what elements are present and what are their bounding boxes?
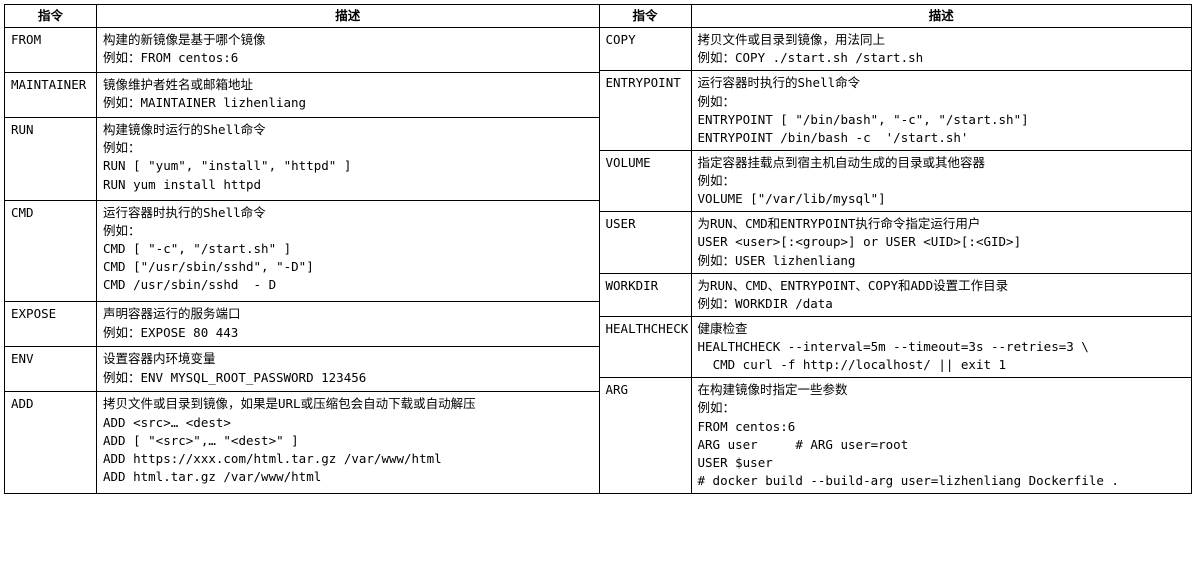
desc-cell: 构建镜像时运行的Shell命令 例如： RUN [ "yum", "instal… bbox=[97, 118, 600, 201]
cmd-cell: CMD bbox=[5, 200, 97, 302]
desc-cell: 运行容器时执行的Shell命令 例如： ENTRYPOINT [ "/bin/b… bbox=[691, 71, 1192, 151]
table-row: ARG在构建镜像时指定一些参数 例如： FROM centos:6 ARG us… bbox=[599, 378, 1192, 494]
header-desc: 描述 bbox=[97, 5, 600, 28]
table-row: CMD运行容器时执行的Shell命令 例如： CMD [ "-c", "/sta… bbox=[5, 200, 600, 302]
header-cmd: 指令 bbox=[5, 5, 97, 28]
desc-cell: 设置容器内环境变量 例如：ENV MYSQL_ROOT_PASSWORD 123… bbox=[97, 347, 600, 392]
cmd-cell: WORKDIR bbox=[599, 273, 691, 316]
table-header-row: 指令 描述 bbox=[5, 5, 600, 28]
table-row: FROM构建的新镜像是基于哪个镜像 例如：FROM centos:6 bbox=[5, 28, 600, 73]
desc-cell: 健康检查 HEALTHCHECK --interval=5m --timeout… bbox=[691, 316, 1192, 377]
right-table: 指令 描述 COPY拷贝文件或目录到镜像，用法同上 例如：COPY ./star… bbox=[599, 4, 1193, 494]
desc-cell: 构建的新镜像是基于哪个镜像 例如：FROM centos:6 bbox=[97, 28, 600, 73]
cmd-cell: FROM bbox=[5, 28, 97, 73]
cmd-cell: USER bbox=[599, 212, 691, 273]
table-row: USER为RUN、CMD和ENTRYPOINT执行命令指定运行用户 USER <… bbox=[599, 212, 1192, 273]
cmd-cell: HEALTHCHECK bbox=[599, 316, 691, 377]
header-desc: 描述 bbox=[691, 5, 1192, 28]
cmd-cell: RUN bbox=[5, 118, 97, 201]
table-row: EXPOSE声明容器运行的服务端口 例如：EXPOSE 80 443 bbox=[5, 302, 600, 347]
desc-cell: 声明容器运行的服务端口 例如：EXPOSE 80 443 bbox=[97, 302, 600, 347]
right-tbody: COPY拷贝文件或目录到镜像，用法同上 例如：COPY ./start.sh /… bbox=[599, 28, 1192, 494]
desc-cell: 运行容器时执行的Shell命令 例如： CMD [ "-c", "/start.… bbox=[97, 200, 600, 302]
cmd-cell: ADD bbox=[5, 392, 97, 494]
table-row: ADD拷贝文件或目录到镜像，如果是URL或压缩包会自动下载或自动解压 ADD <… bbox=[5, 392, 600, 494]
desc-cell: 指定容器挂载点到宿主机自动生成的目录或其他容器 例如： VOLUME ["/va… bbox=[691, 150, 1192, 211]
table-wrapper: 指令 描述 FROM构建的新镜像是基于哪个镜像 例如：FROM centos:6… bbox=[4, 4, 1192, 494]
table-row: COPY拷贝文件或目录到镜像，用法同上 例如：COPY ./start.sh /… bbox=[599, 28, 1192, 71]
table-header-row: 指令 描述 bbox=[599, 5, 1192, 28]
cmd-cell: MAINTAINER bbox=[5, 73, 97, 118]
left-tbody: FROM构建的新镜像是基于哪个镜像 例如：FROM centos:6MAINTA… bbox=[5, 28, 600, 494]
desc-cell: 镜像维护者姓名或邮箱地址 例如：MAINTAINER lizhenliang bbox=[97, 73, 600, 118]
table-row: ENV设置容器内环境变量 例如：ENV MYSQL_ROOT_PASSWORD … bbox=[5, 347, 600, 392]
table-row: VOLUME指定容器挂载点到宿主机自动生成的目录或其他容器 例如： VOLUME… bbox=[599, 150, 1192, 211]
left-table: 指令 描述 FROM构建的新镜像是基于哪个镜像 例如：FROM centos:6… bbox=[4, 4, 600, 494]
table-row: ENTRYPOINT运行容器时执行的Shell命令 例如： ENTRYPOINT… bbox=[599, 71, 1192, 151]
desc-cell: 为RUN、CMD、ENTRYPOINT、COPY和ADD设置工作目录 例如：WO… bbox=[691, 273, 1192, 316]
cmd-cell: ENV bbox=[5, 347, 97, 392]
header-cmd: 指令 bbox=[599, 5, 691, 28]
cmd-cell: EXPOSE bbox=[5, 302, 97, 347]
cmd-cell: ARG bbox=[599, 378, 691, 494]
table-row: RUN构建镜像时运行的Shell命令 例如： RUN [ "yum", "ins… bbox=[5, 118, 600, 201]
cmd-cell: COPY bbox=[599, 28, 691, 71]
table-row: MAINTAINER镜像维护者姓名或邮箱地址 例如：MAINTAINER liz… bbox=[5, 73, 600, 118]
desc-cell: 拷贝文件或目录到镜像，用法同上 例如：COPY ./start.sh /star… bbox=[691, 28, 1192, 71]
table-row: WORKDIR为RUN、CMD、ENTRYPOINT、COPY和ADD设置工作目… bbox=[599, 273, 1192, 316]
cmd-cell: VOLUME bbox=[599, 150, 691, 211]
desc-cell: 拷贝文件或目录到镜像，如果是URL或压缩包会自动下载或自动解压 ADD <src… bbox=[97, 392, 600, 494]
table-row: HEALTHCHECK健康检查 HEALTHCHECK --interval=5… bbox=[599, 316, 1192, 377]
cmd-cell: ENTRYPOINT bbox=[599, 71, 691, 151]
desc-cell: 在构建镜像时指定一些参数 例如： FROM centos:6 ARG user … bbox=[691, 378, 1192, 494]
desc-cell: 为RUN、CMD和ENTRYPOINT执行命令指定运行用户 USER <user… bbox=[691, 212, 1192, 273]
